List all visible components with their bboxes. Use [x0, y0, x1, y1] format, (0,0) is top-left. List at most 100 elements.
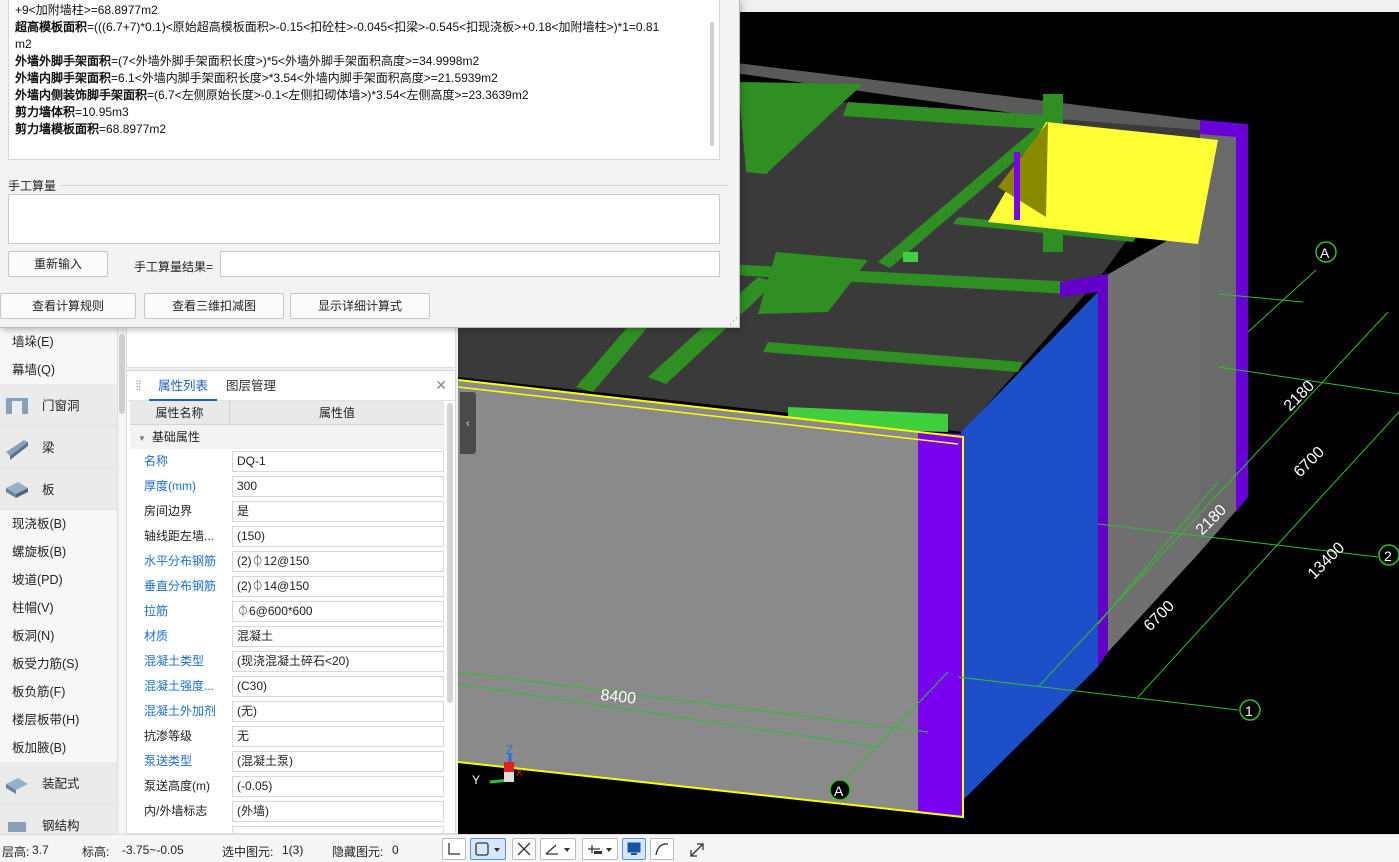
property-row: 泵送高度(m) (-0.05)	[130, 774, 444, 799]
nav-item-ramp[interactable]: 坡道(PD)	[0, 566, 117, 594]
formula-line: m2	[15, 36, 713, 53]
angle-tool[interactable]	[540, 838, 576, 860]
collapse-panel-handle[interactable]: ‹	[460, 392, 476, 454]
display-tool[interactable]	[622, 838, 646, 860]
formula-item-name: 外墙内脚手架面积	[15, 71, 112, 85]
nav-category-label: 装配式	[42, 777, 80, 791]
property-row: 名称 DQ-1	[130, 449, 444, 474]
nav-item-curtain-wall[interactable]: 幕墙(Q)	[0, 356, 117, 384]
property-name: 泵送类型	[144, 754, 193, 768]
expand-icon[interactable]	[688, 841, 706, 859]
manual-result-field[interactable]	[220, 251, 720, 277]
prefab-icon	[6, 777, 28, 794]
property-scrollbar[interactable]	[447, 403, 453, 703]
property-row: 内/外墙标志 (外墙)	[130, 799, 444, 824]
offset-tool[interactable]	[582, 838, 618, 860]
property-value-field[interactable]: DQ-1	[232, 451, 444, 472]
nav-category-beam[interactable]: 梁	[0, 426, 117, 468]
tab-property-list[interactable]: 属性列表	[149, 371, 218, 401]
property-value-field[interactable]: (外墙)	[232, 801, 444, 822]
property-row: 混凝土外加剂 (无)	[130, 699, 444, 724]
property-value-field[interactable]: 是	[232, 501, 444, 522]
property-value-field[interactable]: (2)⏀12@150	[232, 551, 444, 572]
nav-item-column-cap[interactable]: 柱帽(V)	[0, 594, 117, 622]
reinput-button[interactable]: 重新输入	[8, 251, 108, 277]
selected-label: 选中图元:	[222, 845, 274, 859]
cross-select-tool[interactable]	[512, 838, 536, 860]
front-wall	[458, 380, 928, 812]
drag-grip-icon[interactable]: ⁞⁞	[127, 378, 149, 393]
property-value-field[interactable]: (-0.05)	[232, 776, 444, 797]
property-tabs: ⁞⁞ 属性列表 图层管理 ✕	[127, 371, 455, 401]
component-list-panel	[126, 328, 456, 368]
axis-marker-a-top: A	[1315, 241, 1337, 263]
group-label: 基础属性	[151, 430, 200, 444]
nav-item-slab-neg-rebar[interactable]: 板负筋(F)	[0, 678, 117, 706]
angle-icon	[545, 844, 570, 855]
nav-category-prefab[interactable]: 装配式	[0, 762, 117, 804]
tab-layer-manage[interactable]: 图层管理	[217, 371, 285, 401]
slab-icon	[6, 481, 28, 498]
nav-item-cast-slab[interactable]: 现浇板(B)	[0, 510, 117, 538]
formula-item-name: 剪力墙模板面积	[15, 122, 100, 136]
manual-result-label: 手工算量结果=	[134, 260, 214, 274]
nav-category-slab[interactable]: 板	[0, 468, 117, 510]
property-value-field[interactable]: (2)⏀14@150	[232, 576, 444, 597]
curve-tool[interactable]	[650, 838, 674, 860]
property-value-field[interactable]: (混凝土泵)	[232, 751, 444, 772]
manual-calc-label: 手工算量	[8, 179, 57, 193]
property-row: 轴线距左墙... (150)	[130, 524, 444, 549]
formula-expression: =(7<外墙外脚手架面积长度>)*5<外墙外脚手架面积高度>=34.9998m2	[111, 54, 480, 68]
property-name: 轴线距左墙...	[144, 529, 215, 543]
property-value-field[interactable]: 混凝土	[232, 626, 444, 647]
nav-item-slab-hole[interactable]: 板洞(N)	[0, 622, 117, 650]
nav-item-spiral-slab[interactable]: 螺旋板(B)	[0, 538, 117, 566]
manual-calc-input[interactable]	[8, 194, 720, 244]
nav-item-slab-strip[interactable]: 楼层板带(H)	[0, 706, 117, 734]
property-value-field[interactable]: ⏀6@600*600	[232, 601, 444, 622]
svg-text:2: 2	[1384, 548, 1392, 564]
property-name: 混凝土类型	[144, 654, 205, 668]
resize-grip-icon[interactable]: ⋰	[729, 316, 738, 327]
nav-item-wall-pier[interactable]: 墙垛(E)	[0, 328, 117, 356]
offset-icon	[588, 845, 612, 854]
property-row: 混凝土类型 (现浇混凝土碎石<20)	[130, 649, 444, 674]
formula-scrollbar[interactable]	[710, 22, 714, 146]
collapse-triangle-icon[interactable]: ▼	[138, 434, 146, 443]
formula-line: 超高模板面积=(((6.7+7)*0.1)<原始超高模板面积>-0.15<扣砼柱…	[15, 19, 713, 36]
formula-expression: +9<加附墙柱>=68.8977m2	[15, 3, 158, 17]
property-value-field[interactable]: 300	[232, 476, 444, 497]
nav-item-slab-haunch[interactable]: 板加腋(B)	[0, 734, 117, 762]
property-value-field[interactable]: (150)	[232, 526, 444, 547]
ortho-tool[interactable]	[442, 838, 466, 860]
property-value-field[interactable]: (C30)	[232, 676, 444, 697]
property-table-header: 属性名称 属性值	[130, 401, 444, 425]
show-detail-formula-button[interactable]: 显示详细计算式	[290, 293, 430, 319]
property-value-field[interactable]: 无	[232, 726, 444, 747]
property-row: 房间边界 是	[130, 499, 444, 524]
property-name: 内/外墙标志	[144, 804, 208, 818]
nav-category-door-window[interactable]: 门窗洞	[0, 384, 117, 426]
property-value-field[interactable]: (无)	[232, 701, 444, 722]
steel-icon	[8, 821, 26, 832]
svg-text:Y: Y	[472, 773, 480, 787]
dim-6700-right: 6700	[1291, 444, 1328, 481]
nav-item-slab-rebar[interactable]: 板受力筋(S)	[0, 650, 117, 678]
view-calc-rules-button[interactable]: 查看计算规则	[0, 293, 136, 319]
nav-scrollbar[interactable]	[118, 328, 126, 834]
formula-line: 外墙内脚手架面积=6.1<外墙内脚手架面积长度>*3.54<外墙内脚手架面积高度…	[15, 70, 713, 87]
formula-text-area[interactable]: +9<加附墙柱>=68.8977m2 超高模板面积=(((6.7+7)*0.1)<…	[8, 0, 720, 160]
formula-line: 剪力墙模板面积=68.8977m2	[15, 121, 713, 138]
property-value-field[interactable]: (现浇混凝土碎石<20)	[232, 651, 444, 672]
nav-scroll-thumb[interactable]	[119, 334, 125, 414]
select-mode-tool[interactable]	[470, 838, 506, 860]
purple-column-front	[918, 432, 963, 817]
close-icon[interactable]: ✕	[435, 377, 447, 394]
view-3d-deduction-button[interactable]: 查看三维扣减图	[144, 293, 284, 319]
property-group-basic[interactable]: ▼ 基础属性	[130, 425, 444, 449]
nav-category-steel[interactable]: 钢结构	[0, 804, 117, 834]
svg-text:A: A	[834, 783, 844, 799]
property-value-field[interactable]	[232, 826, 444, 833]
svg-text:A: A	[1320, 245, 1330, 261]
floor-height-label: 层高:	[2, 845, 30, 859]
